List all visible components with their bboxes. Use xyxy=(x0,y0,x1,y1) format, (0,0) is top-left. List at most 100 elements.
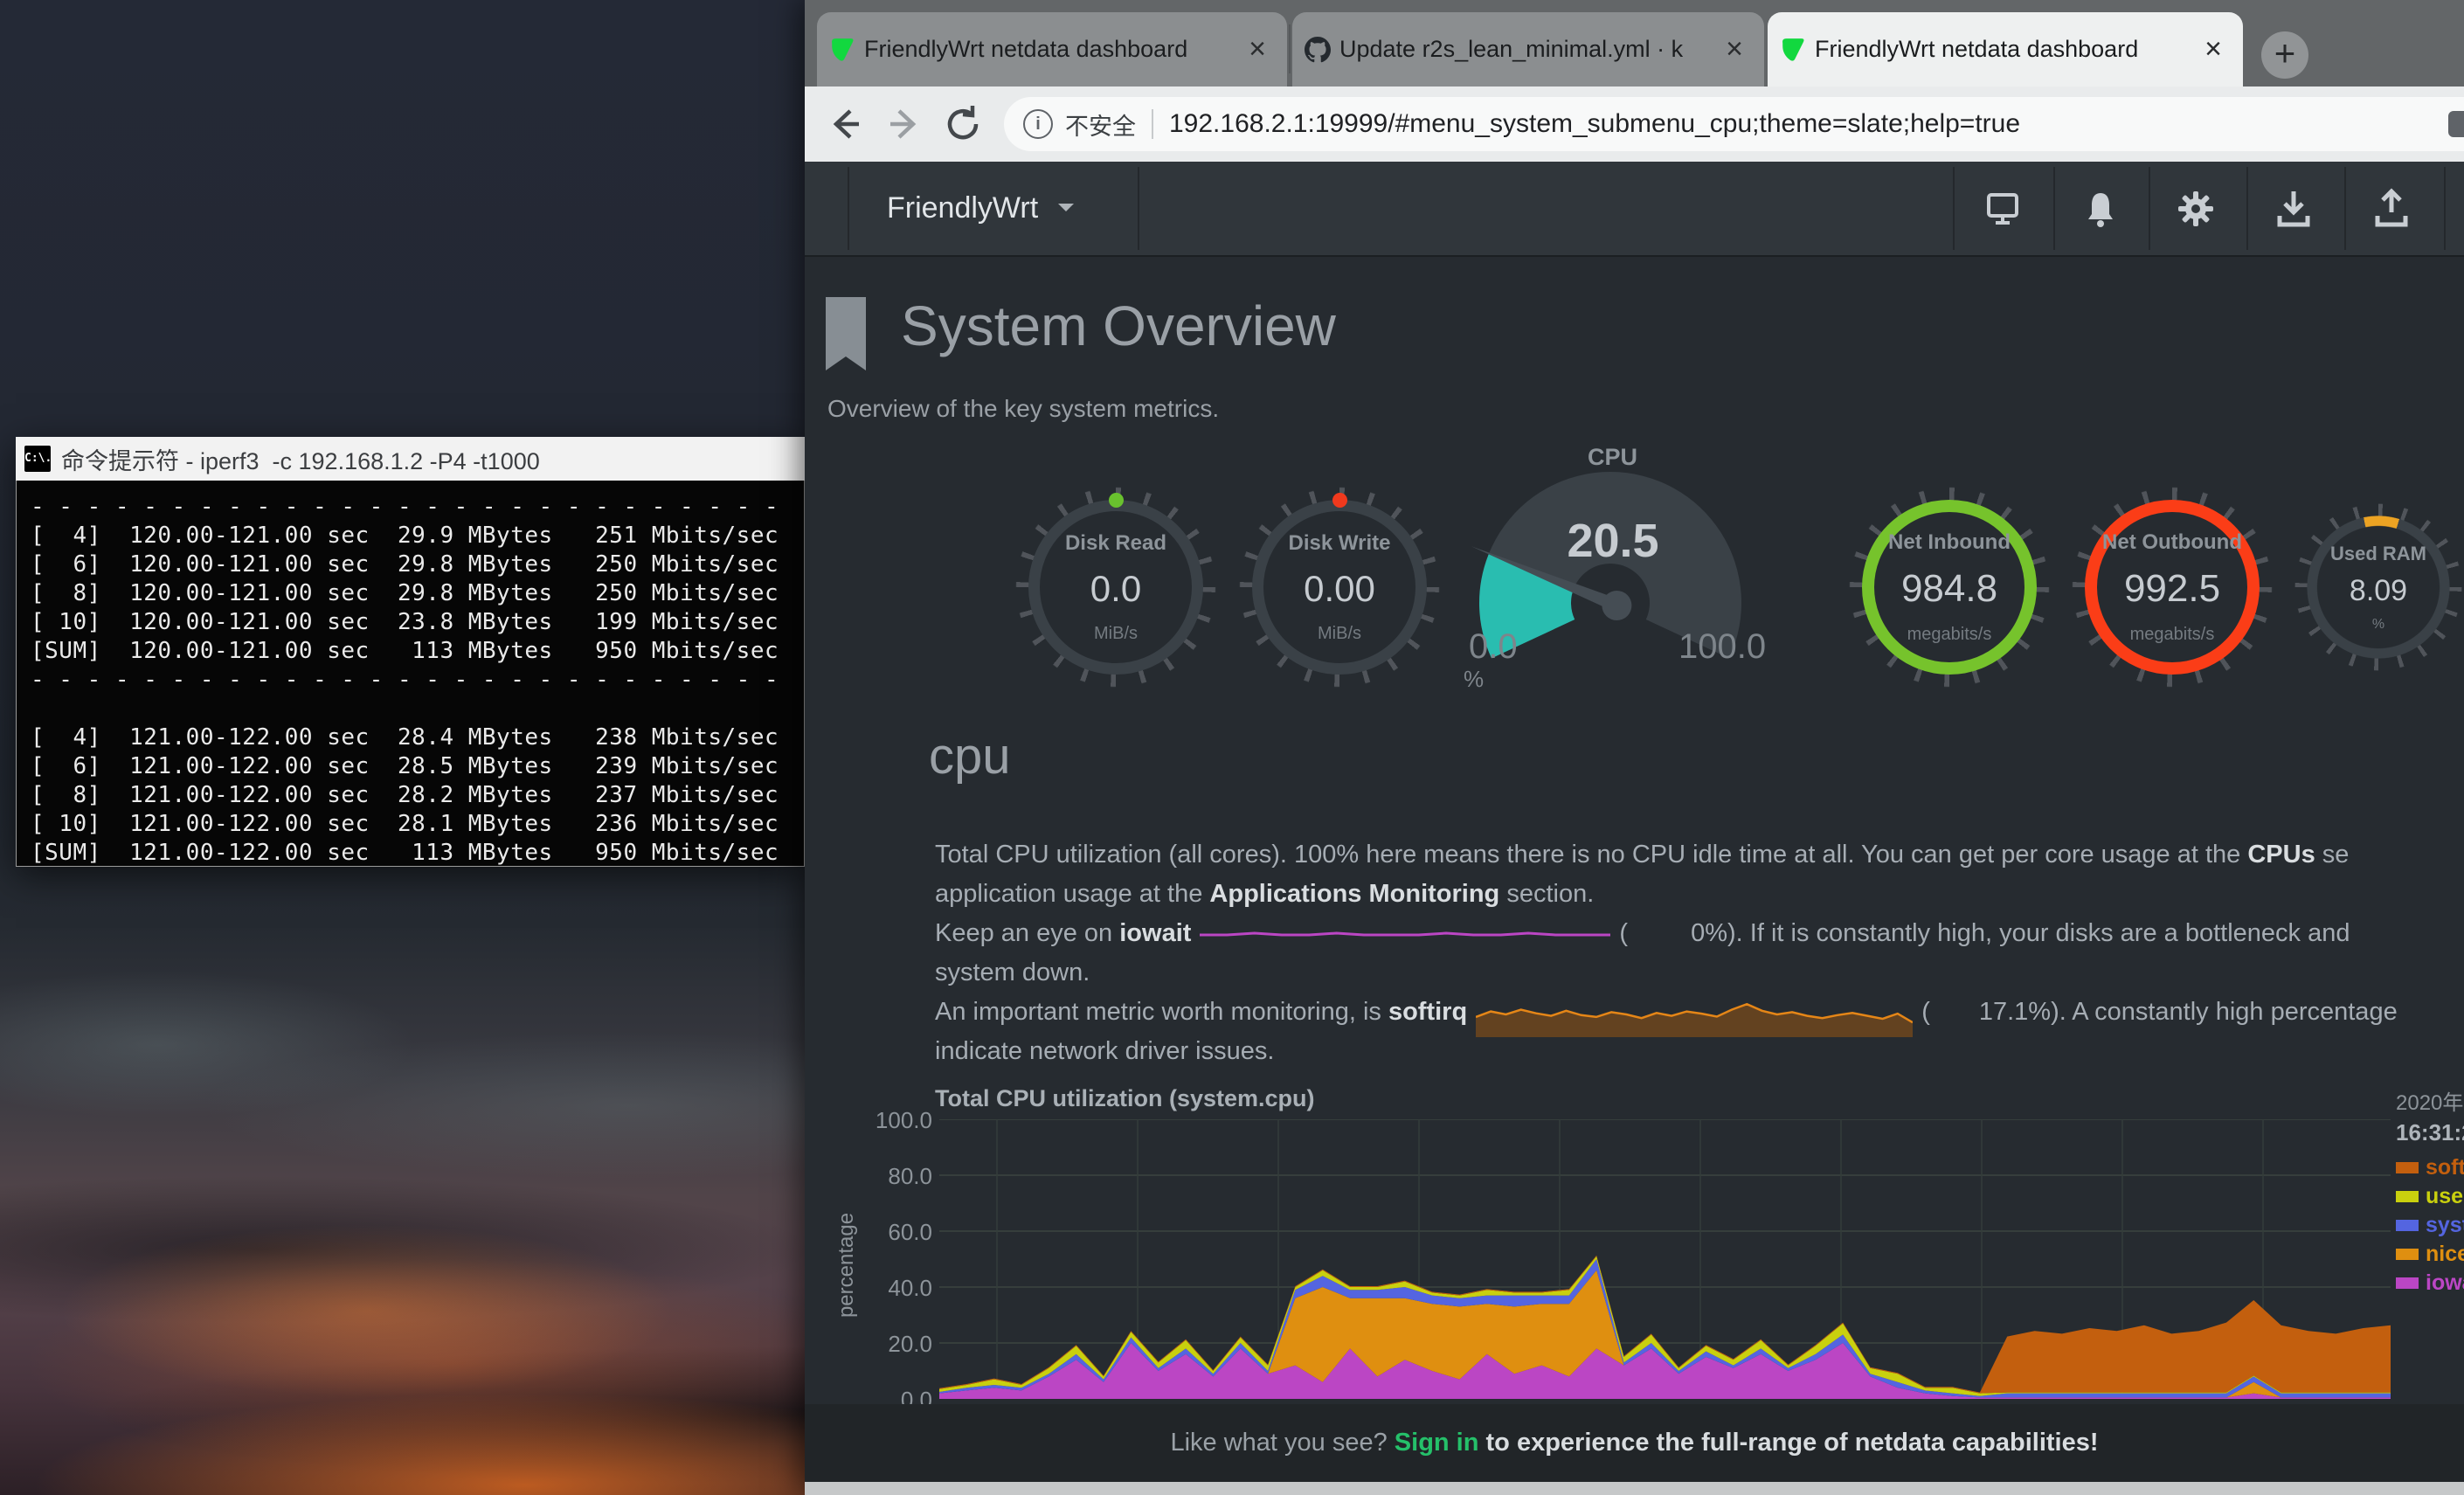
gauge-net-inbound: Net Inbound 984.8 megabits/s xyxy=(1862,500,2037,675)
legend-time: 16:31:2 xyxy=(2396,1119,2464,1146)
terminal-title-bar[interactable]: C:\. 命令提示符 - iperf3 -c 192.168.1.2 -P4 -… xyxy=(16,437,805,481)
text: Total CPU utilization (all cores). 100% … xyxy=(935,841,2247,869)
reload-icon[interactable] xyxy=(941,102,985,146)
gauge-cpu: CPU 20.5 0.0 100.0 % xyxy=(1444,437,1776,699)
text: An important metric worth monitoring, is xyxy=(935,998,1388,1026)
terminal-title: 命令提示符 - iperf3 -c 192.168.1.2 -P4 -t1000 xyxy=(61,442,540,476)
gauge-ring: Disk Read 0.0 MiB/s xyxy=(1028,500,1203,675)
navbar-divider xyxy=(2444,167,2446,250)
gauge-disk-write: Disk Write 0.00 MiB/s xyxy=(1252,500,1427,675)
gauge-max: 100.0 xyxy=(1678,627,1766,667)
my-netdata-monitor-button[interactable] xyxy=(1978,184,2027,233)
terminal-line: [ 4] 121.00-122.00 sec 28.4 MBytes 238 M… xyxy=(31,723,804,752)
address-bar-edge-icon[interactable] xyxy=(2448,111,2464,137)
terminal-line: [ 4] 120.00-121.00 sec 29.9 MBytes 251 M… xyxy=(31,522,804,550)
legend-label: system xyxy=(2426,1213,2464,1238)
tab-close-icon[interactable]: × xyxy=(1717,32,1752,67)
netdata-navbar: FriendlyWrt xyxy=(805,162,2464,257)
address-bar: i 不安全 192.168.2.1:19999/#menu_system_sub… xyxy=(805,87,2464,162)
import-download-button[interactable] xyxy=(2269,184,2318,233)
terminal-line: - - - - - - - - - - - - - - - - - - - - … xyxy=(31,493,804,522)
terminal-line: [SUM] 120.00-121.00 sec 113 MBytes 950 M… xyxy=(31,637,804,666)
terminal-line: [SUM] 121.00-122.00 sec 113 MBytes 950 M… xyxy=(31,839,804,867)
navbar-divider xyxy=(1138,167,1139,250)
terminal-line: [ 10] 121.00-122.00 sec 28.1 MBytes 236 … xyxy=(31,810,804,839)
legend-label: user xyxy=(2426,1184,2464,1209)
cpus-link[interactable]: CPUs xyxy=(2247,841,2315,869)
softirq-value: 17.1%). xyxy=(1979,998,2066,1026)
legend-date: 2020年3 xyxy=(2396,1085,2464,1116)
gauge-value: 984.8 xyxy=(1901,567,1997,611)
legend-item-nice[interactable]: nice xyxy=(2396,1247,2464,1262)
text: application usage at the xyxy=(935,880,1209,908)
legend-swatch xyxy=(2396,1220,2419,1231)
gauge-unit: megabits/s xyxy=(1907,625,1992,645)
navbar-divider xyxy=(2149,167,2150,250)
alarms-bell-button[interactable] xyxy=(2076,184,2125,233)
gauge-label: Net Outbound xyxy=(2102,530,2242,555)
legend-label: nice xyxy=(2426,1242,2464,1267)
tab-close-icon[interactable]: × xyxy=(2196,32,2231,67)
netdata-logo-icon xyxy=(829,37,855,63)
text: system down. xyxy=(935,953,2464,993)
gauge-used-ram: Used RAM 8.09 % xyxy=(2307,516,2450,659)
text: Like what you see? xyxy=(1170,1429,1394,1457)
text: ( xyxy=(1921,998,1930,1026)
terminal-line: [ 10] 120.00-121.00 sec 23.8 MBytes 199 … xyxy=(31,608,804,637)
security-label: 不安全 xyxy=(1065,107,1136,142)
tab-friendlywrt-1[interactable]: FriendlyWrt netdata dashboard × xyxy=(817,12,1287,87)
terminal-line: [ 8] 120.00-121.00 sec 29.8 MBytes 250 M… xyxy=(31,579,804,608)
terminal-line: [ 6] 120.00-121.00 sec 29.8 MBytes 250 M… xyxy=(31,550,804,579)
horizontal-scrollbar[interactable] xyxy=(805,1482,2464,1495)
signin-banner: Like what you see? Sign in to experience… xyxy=(805,1404,2464,1482)
tab-close-icon[interactable]: × xyxy=(1240,32,1275,67)
softirq-sparkline xyxy=(1476,997,1913,1039)
info-icon[interactable]: i xyxy=(1023,109,1053,139)
netdata-logo-icon xyxy=(1780,37,1806,63)
chevron-down-icon[interactable] xyxy=(1058,204,1074,219)
softirq-label: softirq xyxy=(1388,998,1467,1026)
gauge-value: 20.5 xyxy=(1556,514,1670,568)
legend-item-user[interactable]: user xyxy=(2396,1189,2464,1204)
netdata-page: System Overview Overview of the key syst… xyxy=(805,257,2464,1495)
gauge-ring: Net Outbound 992.5 megabits/s xyxy=(2085,500,2260,675)
gauge-unit: % xyxy=(1464,666,1484,693)
gauge-value: 0.00 xyxy=(1304,568,1375,610)
sign-in-link[interactable]: Sign in xyxy=(1395,1429,1479,1457)
ytick: 100.0 xyxy=(827,1107,932,1134)
legend-item-system[interactable]: system xyxy=(2396,1218,2464,1233)
export-upload-button[interactable] xyxy=(2367,184,2416,233)
status-dot xyxy=(1109,493,1124,508)
tab-friendlywrt-2-active[interactable]: FriendlyWrt netdata dashboard × xyxy=(1768,12,2243,87)
terminal-window[interactable]: C:\. 命令提示符 - iperf3 -c 192.168.1.2 -P4 -… xyxy=(16,437,805,867)
page-title: System Overview xyxy=(901,294,1336,358)
legend-item-iowait[interactable]: iowait xyxy=(2396,1276,2464,1291)
tab-github[interactable]: Update r2s_lean_minimal.yml · k × xyxy=(1292,12,1764,87)
cpu-utilization-chart[interactable] xyxy=(939,1119,2391,1399)
forward-icon[interactable] xyxy=(882,102,925,146)
gauge-ring: Disk Write 0.00 MiB/s xyxy=(1252,500,1427,675)
back-icon[interactable] xyxy=(824,102,868,146)
text: Keep an eye on xyxy=(935,919,1119,947)
iowait-value: 0%). xyxy=(1691,919,1743,947)
terminal-output: - - - - - - - - - - - - - - - - - - - - … xyxy=(16,481,805,867)
gauge-unit: MiB/s xyxy=(1094,624,1138,644)
navbar-divider xyxy=(1953,167,1955,250)
navbar-divider xyxy=(2053,167,2055,250)
chart-title: Total CPU utilization (system.cpu) xyxy=(935,1085,1315,1112)
new-tab-button[interactable]: + xyxy=(2261,31,2308,79)
url-field[interactable]: i 不安全 192.168.2.1:19999/#menu_system_sub… xyxy=(1004,97,2464,151)
gauge-net-outbound: Net Outbound 992.5 megabits/s xyxy=(2085,500,2260,675)
legend-label: iowait xyxy=(2426,1270,2464,1291)
legend-item-softirq[interactable]: softirq xyxy=(2396,1160,2464,1175)
applications-monitoring-link[interactable]: Applications Monitoring xyxy=(1209,880,1499,908)
gauge-ring: Net Inbound 984.8 megabits/s xyxy=(1862,500,2037,675)
host-dropdown[interactable]: FriendlyWrt xyxy=(887,191,1038,225)
gauge-unit: MiB/s xyxy=(1318,624,1361,644)
settings-gear-button[interactable] xyxy=(2171,184,2220,233)
section-heading-cpu: cpu xyxy=(929,727,1011,786)
navbar-divider xyxy=(848,167,849,250)
url-text[interactable]: 192.168.2.1:19999/#menu_system_submenu_c… xyxy=(1169,109,2020,139)
legend-swatch xyxy=(2396,1191,2419,1202)
gauge-value: 8.09 xyxy=(2350,574,2407,608)
